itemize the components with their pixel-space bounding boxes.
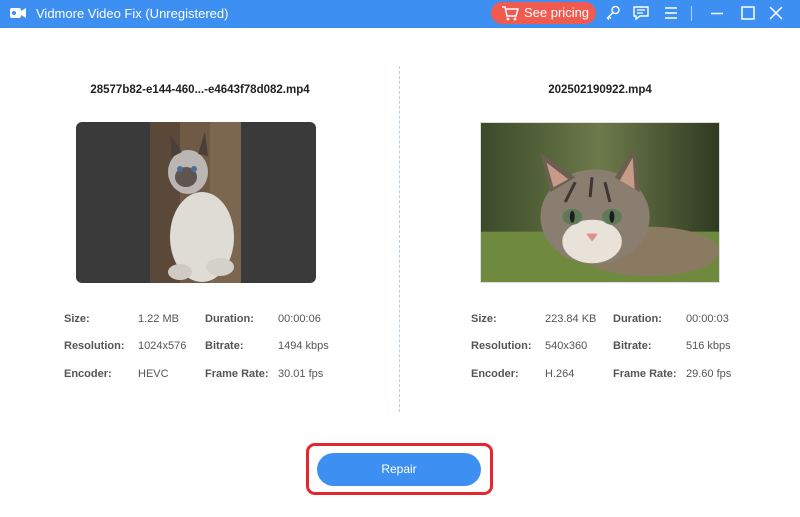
- size-value: 223.84 KB: [545, 313, 597, 325]
- repair-button[interactable]: Repair: [317, 453, 481, 486]
- duration-value: 00:00:03: [686, 313, 729, 325]
- left-filename: 28577b82-e144-460...-e4643f78d082.mp4: [90, 84, 310, 96]
- cart-icon: [502, 6, 519, 21]
- frame-rate-value: 30.01 fps: [278, 368, 324, 380]
- right-kitten-thumbnail: [481, 123, 719, 282]
- title-bar: Vidmore Video Fix (Unregistered) See pri…: [0, 0, 800, 28]
- bitrate-label: Bitrate:: [613, 340, 652, 352]
- resolution-label: Resolution:: [64, 340, 125, 352]
- app-logo-icon: [10, 8, 26, 18]
- bitrate-label: Bitrate:: [205, 340, 244, 352]
- maximize-icon[interactable]: [739, 4, 757, 22]
- encoder-value: HEVC: [138, 368, 169, 380]
- column-divider: [399, 66, 400, 412]
- bitrate-value: 516 kbps: [686, 340, 731, 352]
- title-bar-separator: [691, 6, 692, 21]
- see-pricing-label: See pricing: [524, 5, 590, 20]
- minimize-icon[interactable]: [708, 4, 726, 22]
- left-cat-thumbnail: [150, 122, 241, 283]
- left-video-preview[interactable]: [76, 122, 316, 283]
- frame-rate-label: Frame Rate:: [205, 368, 269, 380]
- size-value: 1.22 MB: [138, 313, 179, 325]
- menu-icon[interactable]: [662, 4, 680, 22]
- resolution-value: 1024x576: [138, 340, 187, 352]
- duration-label: Duration:: [613, 313, 662, 325]
- encoder-label: Encoder:: [64, 368, 112, 380]
- encoder-value: H.264: [545, 368, 575, 380]
- bitrate-value: 1494 kbps: [278, 340, 329, 352]
- size-label: Size:: [471, 313, 497, 325]
- see-pricing-button[interactable]: See pricing: [491, 2, 596, 24]
- frame-rate-label: Frame Rate:: [613, 368, 677, 380]
- right-filename: 202502190922.mp4: [548, 84, 652, 96]
- encoder-label: Encoder:: [471, 368, 519, 380]
- window-title: Vidmore Video Fix (Unregistered): [36, 6, 229, 21]
- feedback-icon[interactable]: [632, 4, 650, 22]
- close-icon[interactable]: [767, 4, 785, 22]
- resolution-label: Resolution:: [471, 340, 532, 352]
- right-video-preview[interactable]: [480, 122, 720, 283]
- size-label: Size:: [64, 313, 90, 325]
- key-icon[interactable]: [604, 4, 622, 22]
- frame-rate-value: 29.60 fps: [686, 368, 732, 380]
- resolution-value: 540x360: [545, 340, 588, 352]
- duration-label: Duration:: [205, 313, 254, 325]
- duration-value: 00:00:06: [278, 313, 321, 325]
